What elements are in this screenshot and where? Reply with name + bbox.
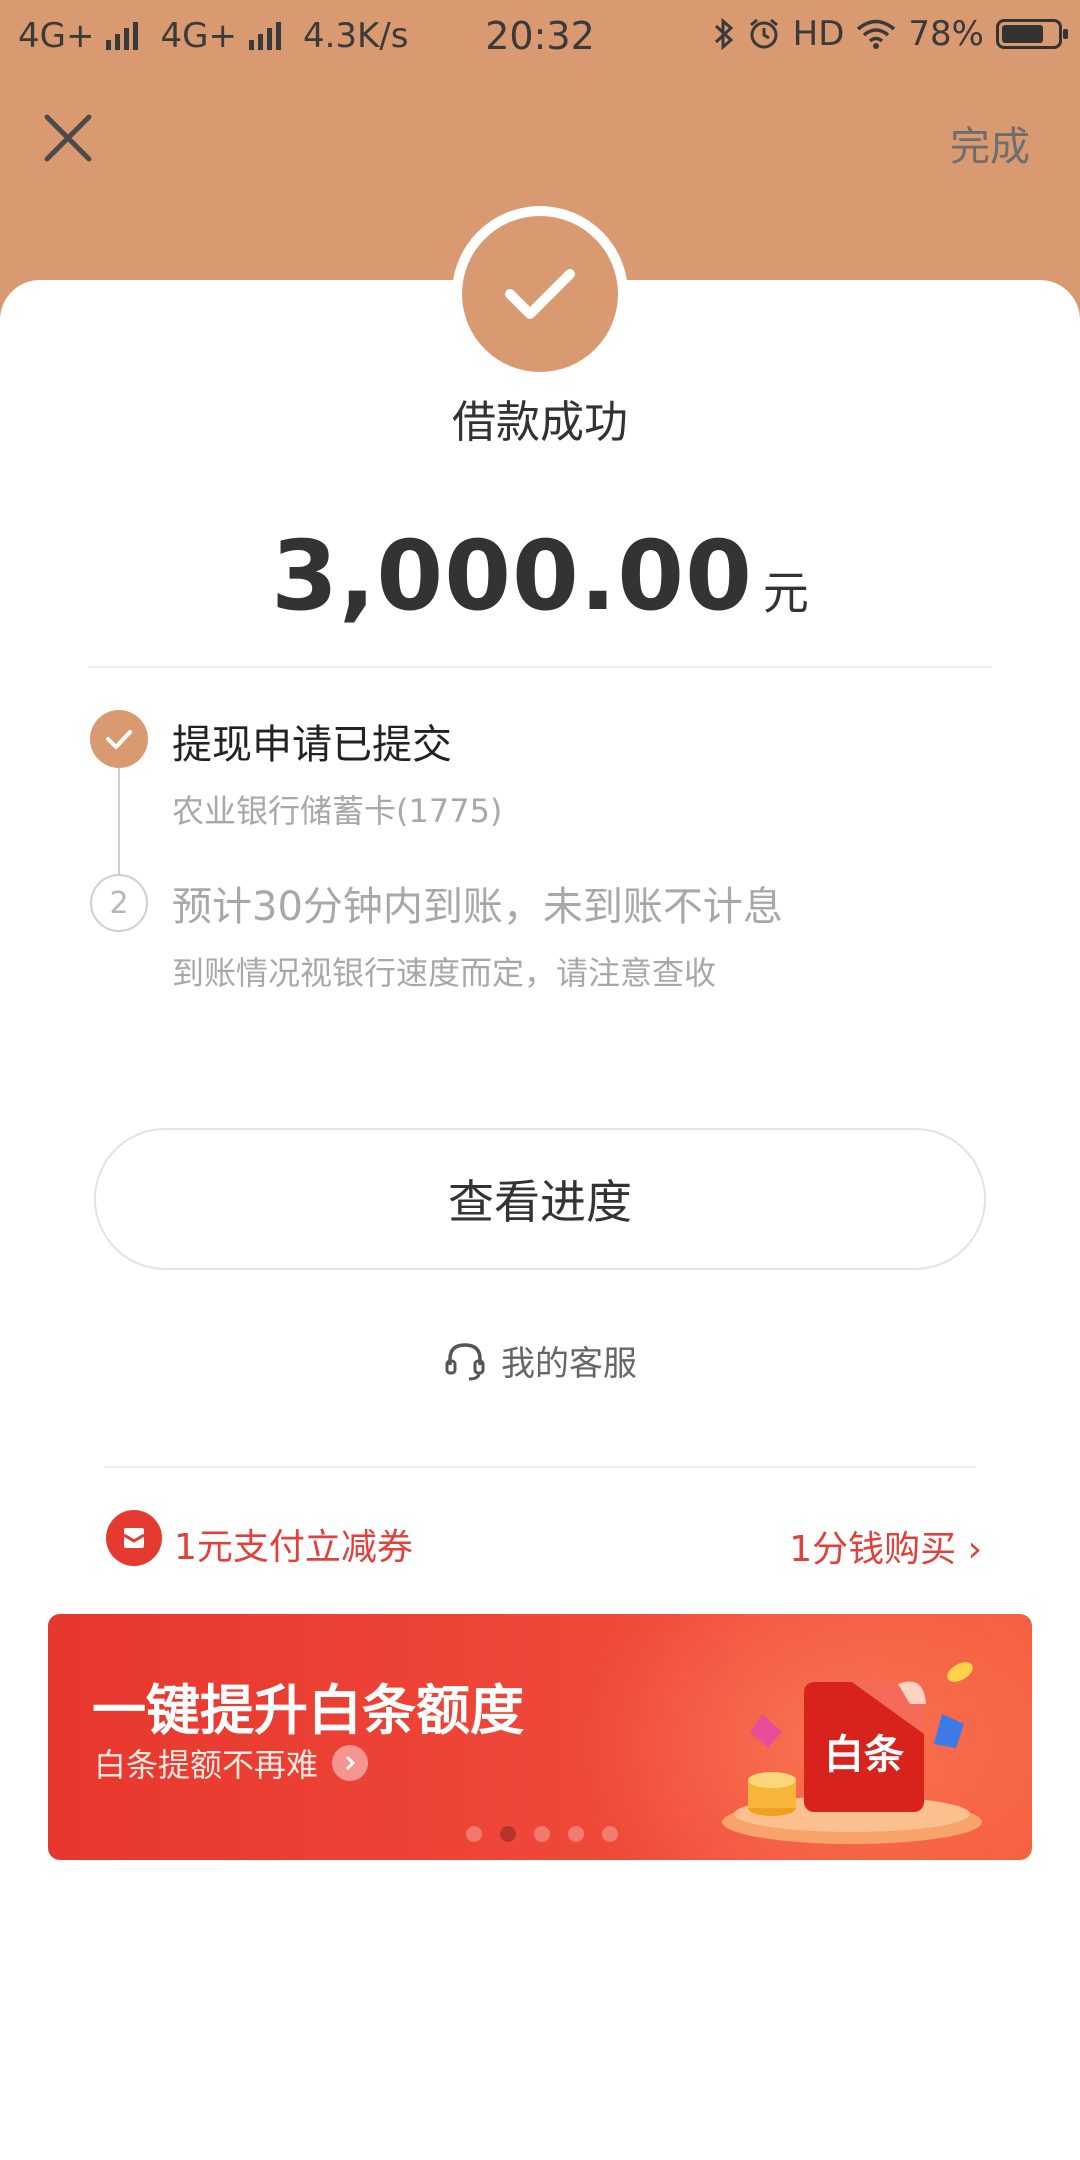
promo-banner[interactable]: 一键提升白条额度 白条提额不再难 白条 — [48, 1614, 1032, 1860]
arrow-right-icon — [332, 1745, 369, 1781]
success-check-icon — [462, 216, 618, 372]
amount-unit: 元 — [762, 566, 809, 620]
carousel-dot[interactable] — [500, 1826, 516, 1842]
step-title: 预计30分钟内到账，未到账不计息 — [172, 884, 783, 930]
baitiao-illustration: 白条 — [722, 1662, 982, 1844]
step-connector — [118, 768, 120, 876]
banner-title: 一键提升白条额度 — [92, 1679, 524, 1742]
step-subtitle: 农业银行储蓄卡(1775) — [172, 792, 503, 830]
banner-subtitle: 白条提额不再难 — [94, 1746, 319, 1784]
status-right: HD 78% — [713, 14, 1068, 54]
done-button[interactable]: 完成 — [950, 114, 1030, 172]
carousel-dot[interactable] — [466, 1826, 482, 1842]
carousel-dot[interactable] — [534, 1826, 550, 1842]
close-button[interactable] — [36, 106, 100, 170]
coupon-buy-link[interactable]: 1分钱购买 › — [789, 1520, 982, 1572]
step-number-badge: 2 — [90, 874, 148, 932]
carousel-dot[interactable] — [602, 1826, 618, 1842]
battery-percent: 78% — [908, 14, 984, 54]
step-subtitle: 到账情况视银行速度而定，请注意查收 — [172, 954, 717, 992]
badge-text: 白条 — [824, 1732, 904, 1778]
service-label: 我的客服 — [501, 1344, 637, 1384]
customer-service-link[interactable]: 我的客服 — [0, 1336, 1080, 1385]
bluetooth-icon — [714, 17, 733, 51]
step-title: 提现申请已提交 — [172, 722, 452, 768]
carousel-dots — [466, 1826, 618, 1842]
close-icon — [44, 114, 92, 162]
alarm-icon — [749, 18, 778, 49]
view-progress-button[interactable]: 查看进度 — [94, 1128, 986, 1270]
headset-icon — [445, 1342, 485, 1380]
amount-row: 3,000.00 元 — [0, 520, 1080, 632]
banner-subtitle-row: 白条提额不再难 — [94, 1740, 369, 1786]
divider — [88, 666, 992, 668]
wifi-icon — [857, 19, 896, 49]
coupon-icon — [106, 1510, 162, 1566]
success-title: 借款成功 — [452, 397, 628, 448]
status-bar: 4G+ 4G+ 4.3K/s 20:32 HD 78% — [0, 0, 1080, 76]
step-done-icon — [90, 710, 148, 768]
carousel-dot[interactable] — [568, 1826, 584, 1842]
divider — [104, 1466, 976, 1468]
hd-indicator: HD — [792, 14, 845, 54]
loan-amount: 3,000.00 — [271, 520, 753, 632]
battery-icon — [996, 19, 1068, 49]
coupon-text: 1元支付立减券 — [174, 1527, 413, 1568]
chevron-right-icon: › — [967, 1529, 982, 1570]
coupon-buy-label: 1分钱购买 — [789, 1529, 957, 1570]
